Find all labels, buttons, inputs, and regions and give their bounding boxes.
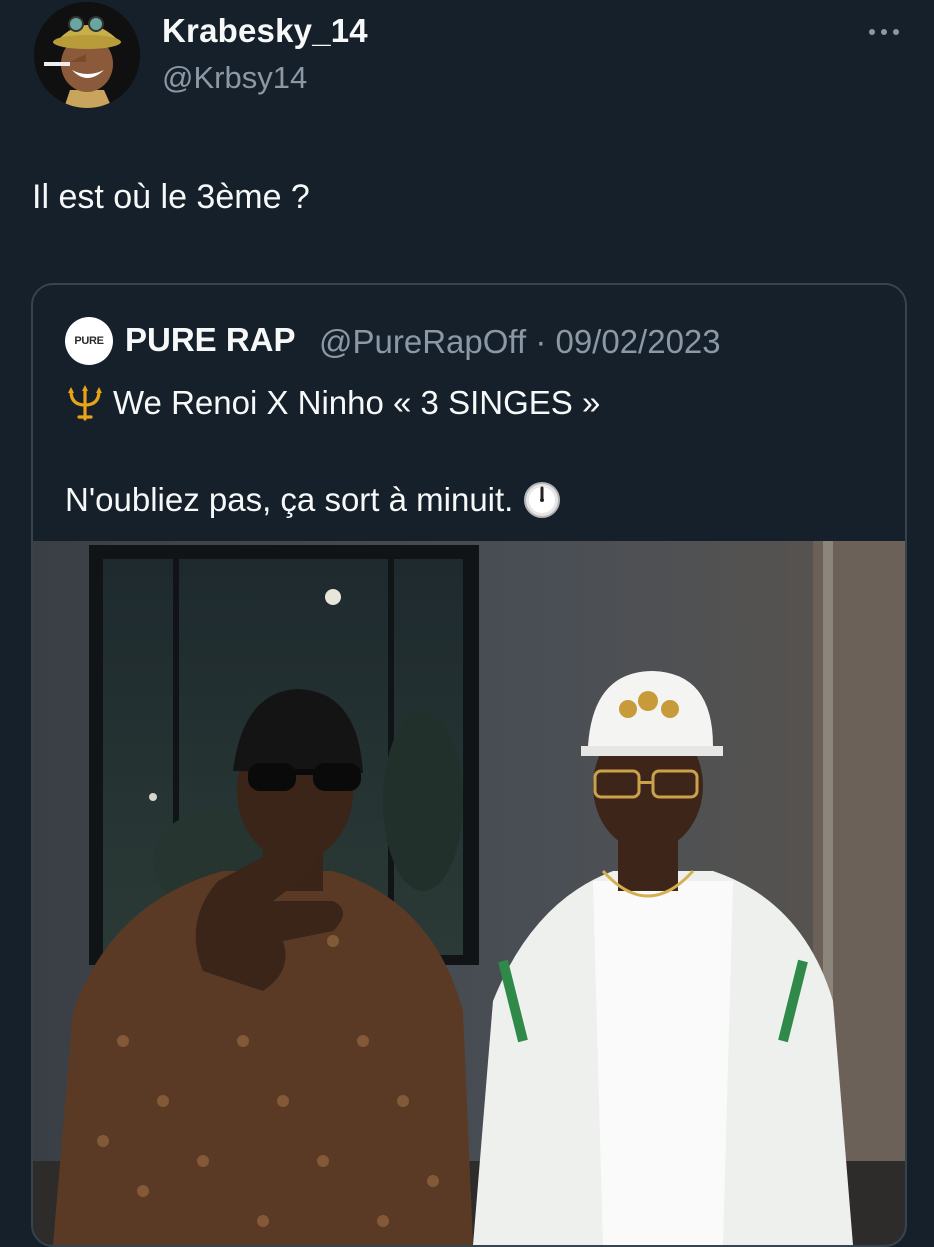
- more-icon-dot: [881, 29, 887, 35]
- quoted-text-line-2: N'oubliez pas, ça sort à minuit.: [65, 481, 561, 519]
- quoted-author-display-name[interactable]: PURE RAP: [125, 321, 296, 359]
- more-icon: [869, 29, 875, 35]
- quoted-text-line-1: We Renoi X Ninho « 3 SINGES »: [65, 383, 600, 423]
- photo-two-men: [33, 541, 905, 1245]
- more-options-button[interactable]: [856, 14, 912, 50]
- author-display-name[interactable]: Krabesky_14: [162, 12, 368, 50]
- author-avatar[interactable]: [34, 2, 140, 108]
- trident-icon: [68, 385, 102, 421]
- quoted-text-line-1-text: We Renoi X Ninho « 3 SINGES »: [113, 384, 601, 421]
- clock-icon: [524, 482, 561, 518]
- more-icon-dot: [893, 29, 899, 35]
- quoted-author-avatar[interactable]: PURE: [65, 317, 113, 365]
- quoted-text-line-2-text: N'oubliez pas, ça sort à minuit.: [65, 481, 514, 518]
- quoted-author-meta[interactable]: @PureRapOff · 09/02/2023: [319, 323, 721, 361]
- pure-rap-logo: PURE: [74, 335, 104, 347]
- tweet-text: Il est où le 3ème ?: [32, 178, 310, 216]
- tweet: Krabesky_14 @Krbsy14 Il est où le 3ème ?…: [0, 0, 934, 1247]
- avatar-icon: [34, 2, 140, 108]
- quoted-tweet-card[interactable]: PURE PURE RAP @PureRapOff · 09/02/2023 W…: [31, 283, 907, 1247]
- logo-label: PURE: [74, 335, 104, 347]
- author-handle[interactable]: @Krbsy14: [162, 60, 307, 96]
- quoted-tweet-photo[interactable]: [33, 541, 905, 1245]
